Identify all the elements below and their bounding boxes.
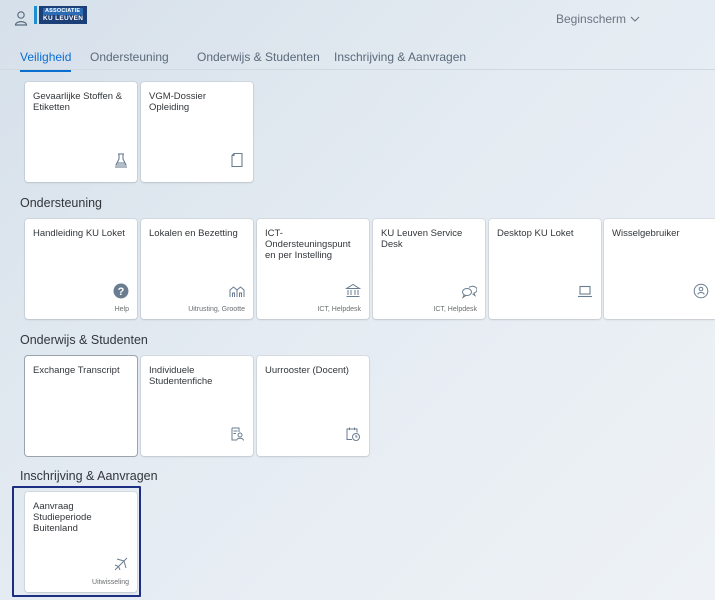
tile-footer: ICT, Helpdesk	[433, 306, 477, 313]
home-label: Beginscherm	[556, 12, 627, 26]
tile-title: Exchange Transcript	[33, 365, 120, 376]
flight-icon	[113, 556, 129, 572]
section-title-inschrijving-aanvragen: Inschrijving & Aanvragen	[20, 469, 158, 483]
shell-header: ASSOCIATIE KU LEUVEN Beginscherm	[0, 0, 715, 40]
schedule-icon	[345, 426, 361, 442]
institution-icon	[345, 283, 361, 299]
tile-ku-leuven-service-desk[interactable]: KU Leuven Service Desk ICT, Helpdesk	[373, 219, 485, 319]
tile-title: Individuele Studentenfiche	[149, 365, 213, 387]
tile-title: Uurrooster (Docent)	[265, 365, 349, 376]
svg-text:?: ?	[118, 286, 125, 298]
tile-title: Desktop KU Loket	[497, 228, 574, 239]
tile-vgm-dossier[interactable]: VGM-Dossier Opleiding	[141, 82, 253, 182]
tile-footer: Help	[114, 306, 129, 313]
section-title-onderwijs-studenten: Onderwijs & Studenten	[20, 333, 148, 347]
conversation-icon	[461, 283, 477, 299]
tab-ondersteuning[interactable]: Ondersteuning	[90, 50, 169, 64]
tile-title: KU Leuven Service Desk	[381, 228, 463, 250]
tile-uurrooster-docent[interactable]: Uurrooster (Docent)	[257, 356, 369, 456]
ku-leuven-logo[interactable]: ASSOCIATIE KU LEUVEN	[34, 6, 88, 24]
flask-icon	[113, 152, 129, 168]
laptop-icon	[577, 283, 593, 299]
tile-title: VGM-Dossier Opleiding	[149, 91, 207, 113]
tile-exchange-transcript[interactable]: Exchange Transcript	[25, 356, 137, 456]
logo-bar	[34, 6, 37, 24]
tile-ict-ondersteuningspunt[interactable]: ICT-Ondersteuningspunt en per Instelling…	[257, 219, 369, 319]
tab-veiligheid[interactable]: Veiligheid	[20, 50, 72, 72]
tab-onderwijs-studenten[interactable]: Onderwijs & Studenten	[197, 50, 320, 64]
tile-wisselgebruiker[interactable]: Wisselgebruiker	[604, 219, 715, 319]
tile-gevaarlijke-stoffen[interactable]: Gevaarlijke Stoffen & Etiketten	[25, 82, 137, 182]
tile-lokalen-bezetting[interactable]: Lokalen en Bezetting Uitrusting, Grootte	[141, 219, 253, 319]
tile-title: Wisselgebruiker	[612, 228, 680, 239]
tile-title: Handleiding KU Loket	[33, 228, 125, 239]
tile-individuele-studentenfiche[interactable]: Individuele Studentenfiche	[141, 356, 253, 456]
chevron-down-icon	[630, 16, 640, 22]
help-icon: ?	[113, 283, 129, 299]
tile-aanvraag-studieperiode-buitenland[interactable]: Aanvraag Studieperiode Buitenland Uitwis…	[25, 492, 137, 592]
person-icon[interactable]	[14, 10, 28, 26]
section-title-ondersteuning: Ondersteuning	[20, 196, 103, 210]
tile-footer: Uitwisseling	[92, 579, 129, 586]
tile-title: ICT-Ondersteuningspunt en per Instelling	[265, 228, 351, 261]
tile-handleiding-ku-loket[interactable]: Handleiding KU Loket ? Help	[25, 219, 137, 319]
tile-title: Aanvraag Studieperiode Buitenland	[33, 501, 92, 534]
document-icon	[229, 152, 245, 168]
tile-title: Gevaarlijke Stoffen & Etiketten	[33, 91, 123, 113]
tab-inschrijving-aanvragen[interactable]: Inschrijving & Aanvragen	[334, 50, 466, 64]
logo-box: ASSOCIATIE KU LEUVEN	[39, 6, 88, 24]
home-menu-button[interactable]: Beginscherm	[556, 12, 640, 26]
logo-line2: KU LEUVEN	[43, 14, 84, 22]
anchor-bar: Veiligheid Ondersteuning Onderwijs & Stu…	[0, 40, 715, 72]
tile-footer: ICT, Helpdesk	[317, 306, 361, 313]
tile-footer: Uitrusting, Grootte	[188, 306, 245, 313]
building-icon	[229, 283, 245, 299]
student-card-icon	[229, 426, 245, 442]
tile-desktop-ku-loket[interactable]: Desktop KU Loket	[489, 219, 601, 319]
tile-title: Lokalen en Bezetting	[149, 228, 238, 239]
switch-user-icon	[693, 283, 709, 299]
logo-line1: ASSOCIATIE	[43, 7, 84, 15]
